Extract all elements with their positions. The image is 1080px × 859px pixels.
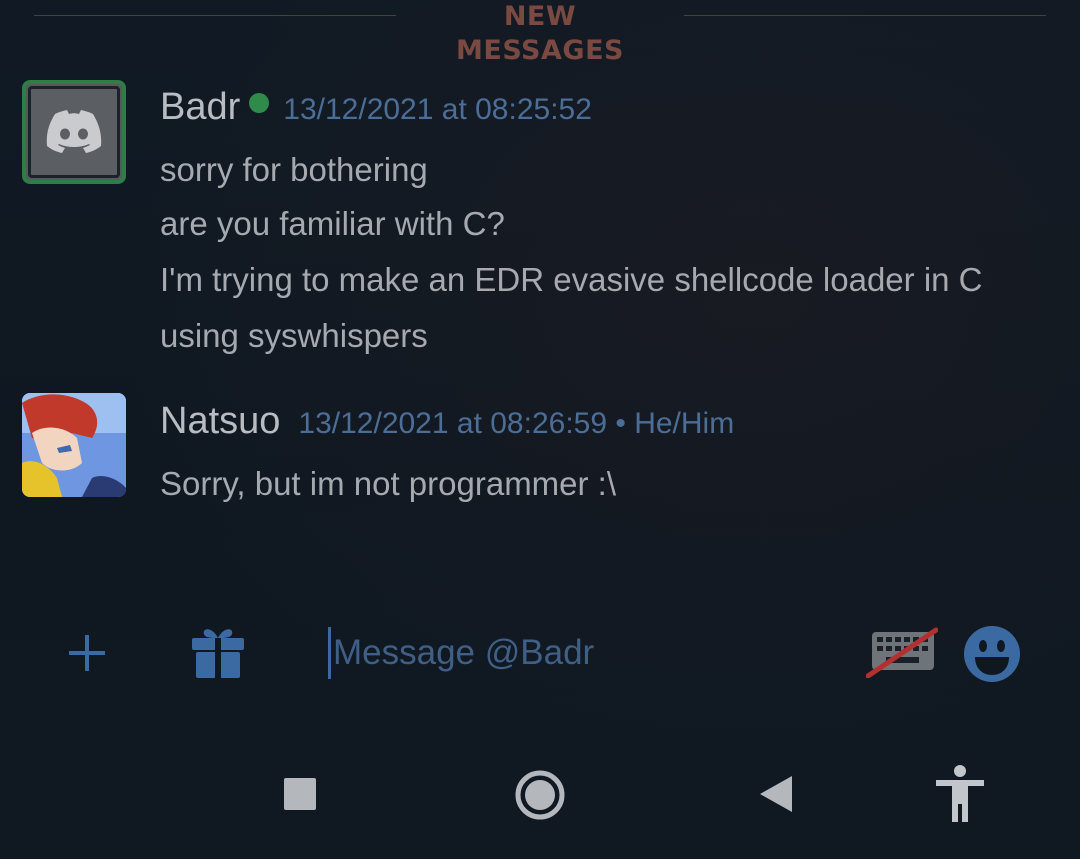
avatar-badr[interactable]: [22, 80, 126, 184]
message-text[interactable]: Sorry, but im not programmer :\: [160, 464, 616, 504]
square-icon: [284, 778, 316, 810]
plus-icon: [69, 635, 105, 671]
divider-line-right: [684, 15, 1046, 16]
dm-screen: NEW MESSAGES Badr 13/12/2021 at 08:25:52…: [0, 0, 1080, 859]
keyboard-disabled-icon: [866, 627, 938, 678]
message-text[interactable]: I'm trying to make an EDR evasive shellc…: [160, 260, 983, 300]
keyboard-toggle-button[interactable]: [866, 626, 938, 678]
message-text[interactable]: sorry for bothering: [160, 150, 428, 190]
avatar-natsuo[interactable]: [22, 393, 126, 497]
emoji-button[interactable]: [962, 624, 1022, 684]
discord-logo-icon: [46, 110, 102, 153]
emoji-icon: [964, 626, 1020, 682]
message-header-badr: Badr 13/12/2021 at 08:25:52: [160, 86, 592, 129]
triangle-back-icon: [760, 776, 792, 812]
divider-line-left: [34, 15, 396, 16]
message-text[interactable]: are you familiar with C?: [160, 204, 505, 244]
message-input-placeholder: Message @Badr: [333, 633, 595, 672]
gift-icon: [192, 629, 244, 678]
nav-back-button[interactable]: [752, 770, 800, 818]
username-natsuo[interactable]: Natsuo: [160, 400, 280, 443]
accessibility-button[interactable]: [930, 762, 990, 826]
message-timestamp: 13/12/2021 at 08:25:52: [283, 93, 592, 126]
gift-button[interactable]: [188, 622, 248, 682]
add-attachment-button[interactable]: [62, 628, 112, 678]
circle-icon: [515, 770, 565, 820]
new-messages-divider: NEW MESSAGES: [456, 1, 624, 66]
accessibility-icon: [936, 765, 984, 822]
message-text[interactable]: using syswhispers: [160, 316, 428, 356]
nav-home-button[interactable]: [510, 765, 570, 825]
online-status-icon: [249, 93, 270, 113]
username-badr[interactable]: Badr: [160, 86, 240, 129]
nav-recent-apps-button[interactable]: [276, 770, 324, 818]
message-input[interactable]: Message @Badr: [328, 626, 848, 680]
message-header-natsuo: Natsuo 13/12/2021 at 08:26:59 • He/Him: [160, 400, 734, 443]
text-caret: [328, 627, 331, 679]
anime-avatar-image: [22, 393, 126, 497]
message-timestamp: 13/12/2021 at 08:26:59 • He/Him: [298, 407, 735, 440]
